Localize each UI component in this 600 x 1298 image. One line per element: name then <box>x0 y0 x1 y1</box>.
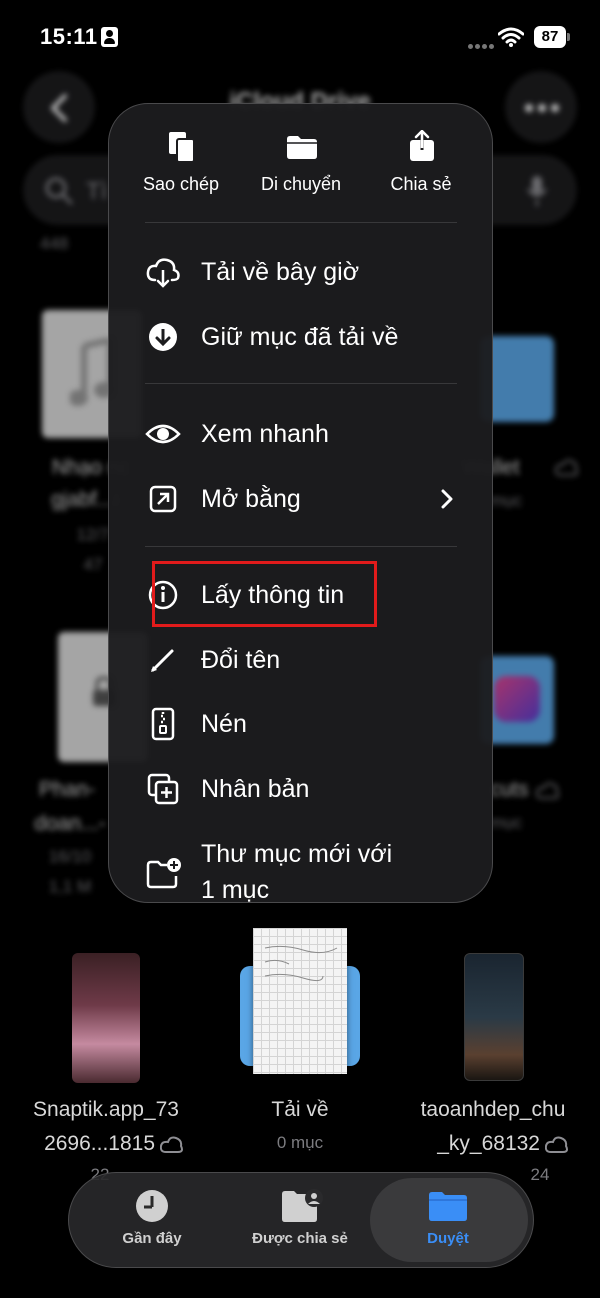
more-button[interactable] <box>506 72 576 142</box>
keep-downloaded-item[interactable]: Giữ mục đã tải về <box>109 309 492 365</box>
keep-downloaded-label: Giữ mục đã tải về <box>201 323 399 351</box>
quick-look-label: Xem nhanh <box>201 420 329 448</box>
tab-browse-label: Duyệt <box>427 1230 469 1247</box>
microphone-icon[interactable] <box>526 174 548 208</box>
search-input[interactable]: Tì <box>86 178 107 206</box>
folder-count: mục <box>490 491 523 510</box>
ellipsis-icon <box>525 104 559 112</box>
tab-shared[interactable]: Được chia sẻ <box>230 1184 370 1260</box>
move-action[interactable]: Di chuyển <box>246 130 356 200</box>
folder-name: Tải về <box>271 1098 329 1121</box>
shortcuts-app-icon <box>494 676 540 722</box>
move-label: Di chuyển <box>260 174 342 194</box>
compress-item[interactable]: Nén <box>109 696 492 752</box>
tab-recents[interactable]: Gần đây <box>82 1184 222 1260</box>
folder-count: mục <box>490 813 523 832</box>
chevron-left-icon <box>51 94 67 122</box>
quick-look-item[interactable]: Xem nhanh <box>109 406 492 462</box>
cloud-download-icon <box>146 258 180 288</box>
duplicate-label: Nhân bản <box>201 775 310 803</box>
share-label: Chia sẻ <box>390 174 452 194</box>
wifi-icon <box>498 27 524 47</box>
file-name: Snaptik.app_73 <box>33 1098 179 1121</box>
battery-indicator: 87 <box>534 26 566 48</box>
signal-icon <box>468 36 496 49</box>
duplicate-item[interactable]: Nhân bản <box>109 761 492 817</box>
image-thumbnail[interactable] <box>72 953 140 1083</box>
share-icon <box>410 130 434 161</box>
copy-icon <box>169 132 195 163</box>
search-icon <box>45 177 73 205</box>
new-folder-icon <box>146 858 181 889</box>
copy-action[interactable]: Sao chép <box>126 130 236 200</box>
document-preview <box>253 928 347 1074</box>
download-now-label: Tải về bây giờ <box>201 258 360 286</box>
file-date: 24 <box>530 1165 550 1184</box>
download-now-item[interactable]: Tải về bây giờ <box>109 244 492 300</box>
zip-icon <box>151 707 175 741</box>
tab-shared-label: Được chia sẻ <box>252 1230 348 1247</box>
shared-folder-icon <box>282 1189 323 1222</box>
item-count: 448 <box>40 234 69 253</box>
menu-divider <box>145 222 457 223</box>
battery-tip <box>567 33 570 41</box>
share-action[interactable]: Chia sẻ <box>366 130 476 200</box>
open-external-icon <box>149 485 177 513</box>
new-folder-label: 1 mục <box>201 876 270 903</box>
copy-label: Sao chép <box>142 174 220 194</box>
cloud-icon <box>545 1136 568 1153</box>
cloud-icon <box>160 1136 183 1153</box>
duplicate-icon <box>147 773 179 805</box>
handwriting-scribble-icon <box>264 945 338 982</box>
compress-label: Nén <box>201 710 247 738</box>
tab-browse[interactable]: Duyệt <box>378 1184 518 1260</box>
arrow-down-circle-icon <box>149 323 177 351</box>
new-folder-label: Thư mục mới với <box>201 840 393 868</box>
folder-icon <box>429 1192 467 1221</box>
new-folder-with-item[interactable]: Thư mục mới với 1 mục <box>109 834 492 903</box>
menu-divider <box>145 546 457 547</box>
open-with-label: Mở bằng <box>201 485 301 513</box>
cloud-icon <box>536 782 559 799</box>
highlight-box <box>152 561 377 627</box>
eye-icon <box>145 424 181 444</box>
back-button[interactable] <box>24 72 94 142</box>
context-menu: Sao chép Di chuyển Chia sẻ Tải về bây gi… <box>108 103 493 903</box>
folder-count: 0 mục <box>276 1133 324 1152</box>
open-with-item[interactable]: Mở bằng <box>109 471 492 527</box>
pencil-icon <box>151 649 174 672</box>
image-thumbnail[interactable] <box>464 953 524 1081</box>
tab-recents-label: Gần đây <box>122 1230 182 1247</box>
folder-icon <box>287 136 317 159</box>
rename-item[interactable]: Đổi tên <box>109 632 492 688</box>
file-name: 2696...1815 <box>44 1132 155 1155</box>
menu-divider <box>145 383 457 384</box>
file-name: taoanhdep_chu <box>420 1098 566 1121</box>
rename-label: Đổi tên <box>201 646 281 674</box>
file-name: _ky_68132 <box>437 1132 540 1155</box>
focus-person-icon <box>101 27 118 47</box>
chevron-right-icon <box>441 489 453 509</box>
cloud-icon <box>555 459 578 476</box>
clock-icon <box>136 1190 168 1222</box>
status-time: 15:11 <box>40 24 98 49</box>
